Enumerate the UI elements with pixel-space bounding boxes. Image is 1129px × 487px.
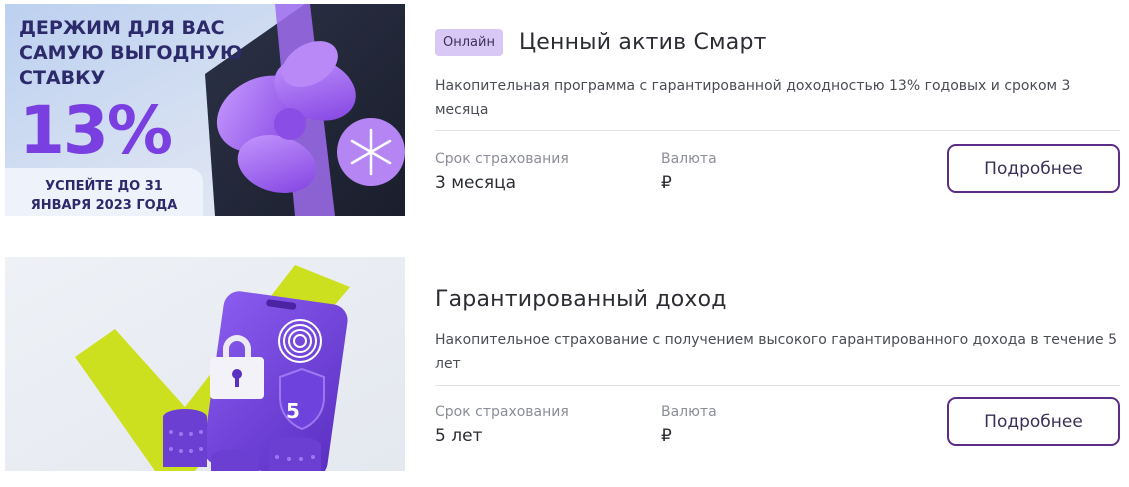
currency-value: ₽ bbox=[661, 426, 672, 446]
product-info: Онлайн Ценный актив Смарт Накопительная … bbox=[435, 0, 1120, 230]
divider bbox=[435, 385, 1120, 386]
product-card: 5 Гарантированный доход Накопительное ст… bbox=[0, 255, 1129, 487]
product-title[interactable]: Ценный актив Смарт bbox=[519, 30, 767, 55]
promo-banner-image[interactable]: ДЕРЖИМ ДЛЯ ВАС САМУЮ ВЫГОДНУЮ СТАВКУ 13%… bbox=[5, 4, 405, 216]
product-banner-image[interactable]: 5 bbox=[5, 257, 405, 471]
details-button[interactable]: Подробнее bbox=[947, 144, 1120, 193]
currency-field: Валюта ₽ bbox=[661, 403, 717, 447]
term-field: Срок страхования 3 месяца bbox=[435, 150, 569, 194]
details-button[interactable]: Подробнее bbox=[947, 397, 1120, 446]
currency-label: Валюта bbox=[661, 404, 717, 420]
banner-deadline-line: УСПЕЙТЕ ДО 31 bbox=[45, 179, 163, 194]
term-value: 3 месяца bbox=[435, 173, 517, 193]
term-value: 5 лет bbox=[435, 426, 483, 446]
online-badge: Онлайн bbox=[435, 29, 503, 56]
title-row: Онлайн Ценный актив Смарт bbox=[435, 29, 767, 56]
banner-deadline-box: УСПЕЙТЕ ДО 31 ЯНВАРЯ 2023 ГОДА bbox=[5, 168, 203, 216]
banner-deadline-line: ЯНВАРЯ 2023 ГОДА bbox=[30, 198, 178, 213]
currency-field: Валюта ₽ bbox=[661, 150, 717, 194]
banner-headline-line: САМУЮ ВЫГОДНУЮ bbox=[19, 42, 243, 64]
shield-number: 5 bbox=[286, 399, 300, 423]
title-row: Гарантированный доход bbox=[435, 287, 727, 312]
product-info: Гарантированный доход Накопительное стра… bbox=[435, 255, 1120, 487]
banner-headline-line: ДЕРЖИМ ДЛЯ ВАС bbox=[19, 17, 225, 39]
divider bbox=[435, 130, 1120, 131]
product-title[interactable]: Гарантированный доход bbox=[435, 287, 727, 312]
product-description: Накопительная программа с гарантированно… bbox=[435, 78, 1071, 118]
term-label: Срок страхования bbox=[435, 151, 569, 167]
currency-label: Валюта bbox=[661, 151, 717, 167]
banner-headline: ДЕРЖИМ ДЛЯ ВАС САМУЮ ВЫГОДНУЮ СТАВКУ bbox=[19, 16, 242, 91]
phone-security-illustration bbox=[5, 257, 405, 471]
product-description: Накопительное страхование с получением в… bbox=[435, 332, 1117, 372]
product-card: ДЕРЖИМ ДЛЯ ВАС САМУЮ ВЫГОДНУЮ СТАВКУ 13%… bbox=[0, 0, 1129, 230]
term-field: Срок страхования 5 лет bbox=[435, 403, 569, 447]
banner-headline-line: СТАВКУ bbox=[19, 67, 106, 89]
banner-rate: 13% bbox=[19, 92, 173, 169]
currency-value: ₽ bbox=[661, 173, 672, 193]
term-label: Срок страхования bbox=[435, 404, 569, 420]
